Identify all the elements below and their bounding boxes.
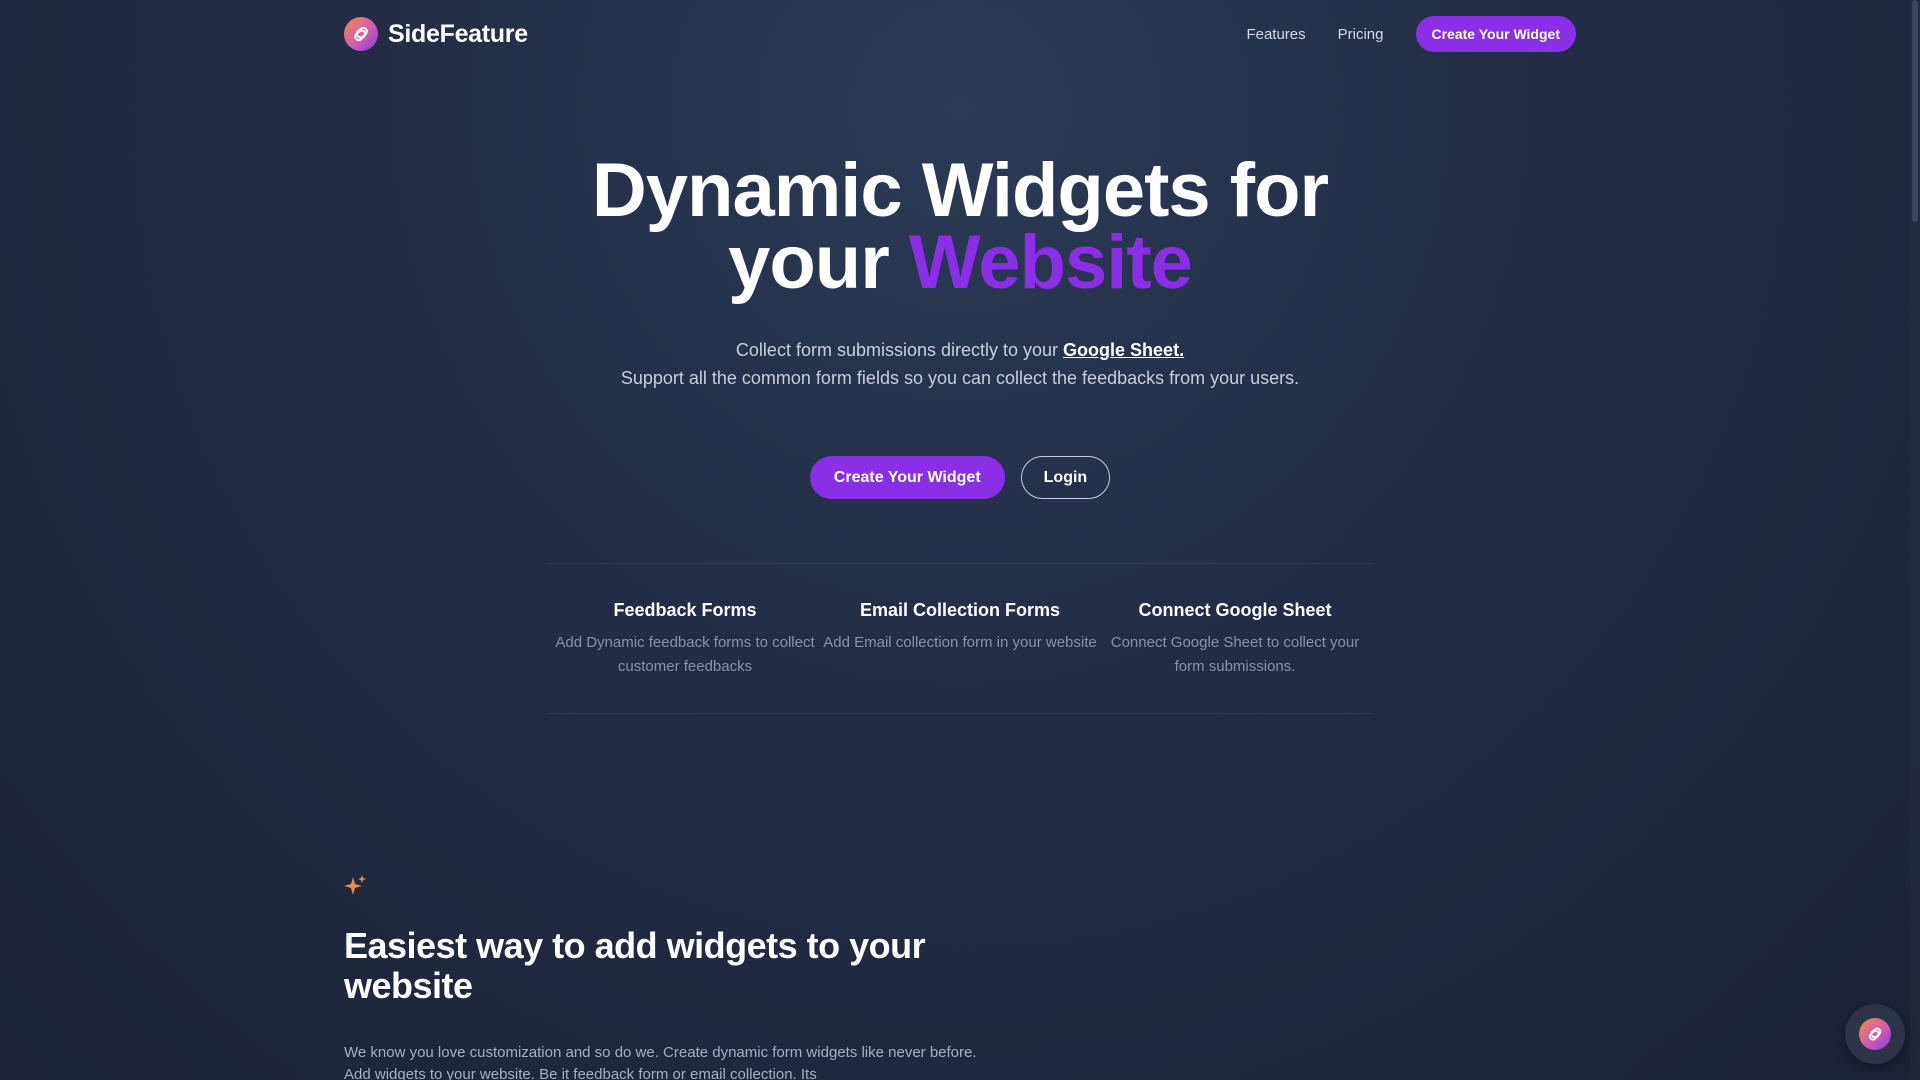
sidefeature-logo-icon bbox=[344, 17, 378, 51]
feature-card: Email Collection Forms Add Email collect… bbox=[823, 600, 1097, 713]
hero-sub-line1: Collect form submissions directly to you… bbox=[735, 340, 1059, 360]
feature-description: Add Dynamic feedback forms to collect cu… bbox=[555, 634, 815, 675]
features-strip: Feedback Forms Add Dynamic feedback form… bbox=[548, 563, 1372, 714]
hero-title-accent: Website bbox=[908, 220, 1193, 305]
section-title: Easiest way to add widgets to your websi… bbox=[344, 925, 926, 1006]
brand-link[interactable]: SideFeature bbox=[344, 17, 528, 51]
header-create-widget-button[interactable]: Create Your Widget bbox=[1415, 16, 1576, 52]
page-scrollbar[interactable] bbox=[1910, 0, 1920, 1080]
create-widget-button[interactable]: Create Your Widget bbox=[809, 456, 1005, 499]
hero-actions: Create Your Widget Login bbox=[0, 456, 1920, 499]
nav-link-pricing[interactable]: Pricing bbox=[1338, 26, 1384, 43]
feature-title: Email Collection Forms bbox=[859, 600, 1061, 620]
nav-link-features[interactable]: Features bbox=[1246, 26, 1305, 43]
sparkle-icon bbox=[344, 874, 368, 898]
feature-title: Feedback Forms bbox=[613, 600, 757, 620]
site-header: SideFeature Features Pricing Create Your… bbox=[344, 15, 1576, 53]
hero-sub-line2: Support all the common form fields so yo… bbox=[620, 368, 1300, 388]
brand-name: SideFeature bbox=[388, 19, 528, 48]
main-nav: Features Pricing Create Your Widget bbox=[1246, 16, 1576, 52]
widget-launcher-button[interactable] bbox=[1845, 1004, 1905, 1064]
feature-card: Connect Google Sheet Connect Google Shee… bbox=[1098, 600, 1372, 713]
google-sheet-link[interactable]: Google Sheet. bbox=[1063, 340, 1184, 360]
feature-description: Add Email collection form in your websit… bbox=[823, 634, 1097, 651]
hero-subtitle: Collect form submissions directly to you… bbox=[0, 336, 1920, 392]
feature-card: Feedback Forms Add Dynamic feedback form… bbox=[548, 600, 822, 713]
feature-description: Connect Google Sheet to collect your for… bbox=[1110, 634, 1360, 675]
login-button[interactable]: Login bbox=[1020, 456, 1111, 499]
section-body: We know you love customization and so do… bbox=[344, 1044, 977, 1080]
feature-title: Connect Google Sheet bbox=[1138, 600, 1332, 620]
hero-title: Dynamic Widgets for your Website bbox=[0, 153, 1920, 301]
hero-title-line2-prefix: your bbox=[728, 220, 890, 305]
sidefeature-logo-icon bbox=[1859, 1018, 1891, 1050]
scrollbar-thumb[interactable] bbox=[1912, 0, 1918, 222]
landing-page: SideFeature Features Pricing Create Your… bbox=[0, 0, 1920, 1080]
